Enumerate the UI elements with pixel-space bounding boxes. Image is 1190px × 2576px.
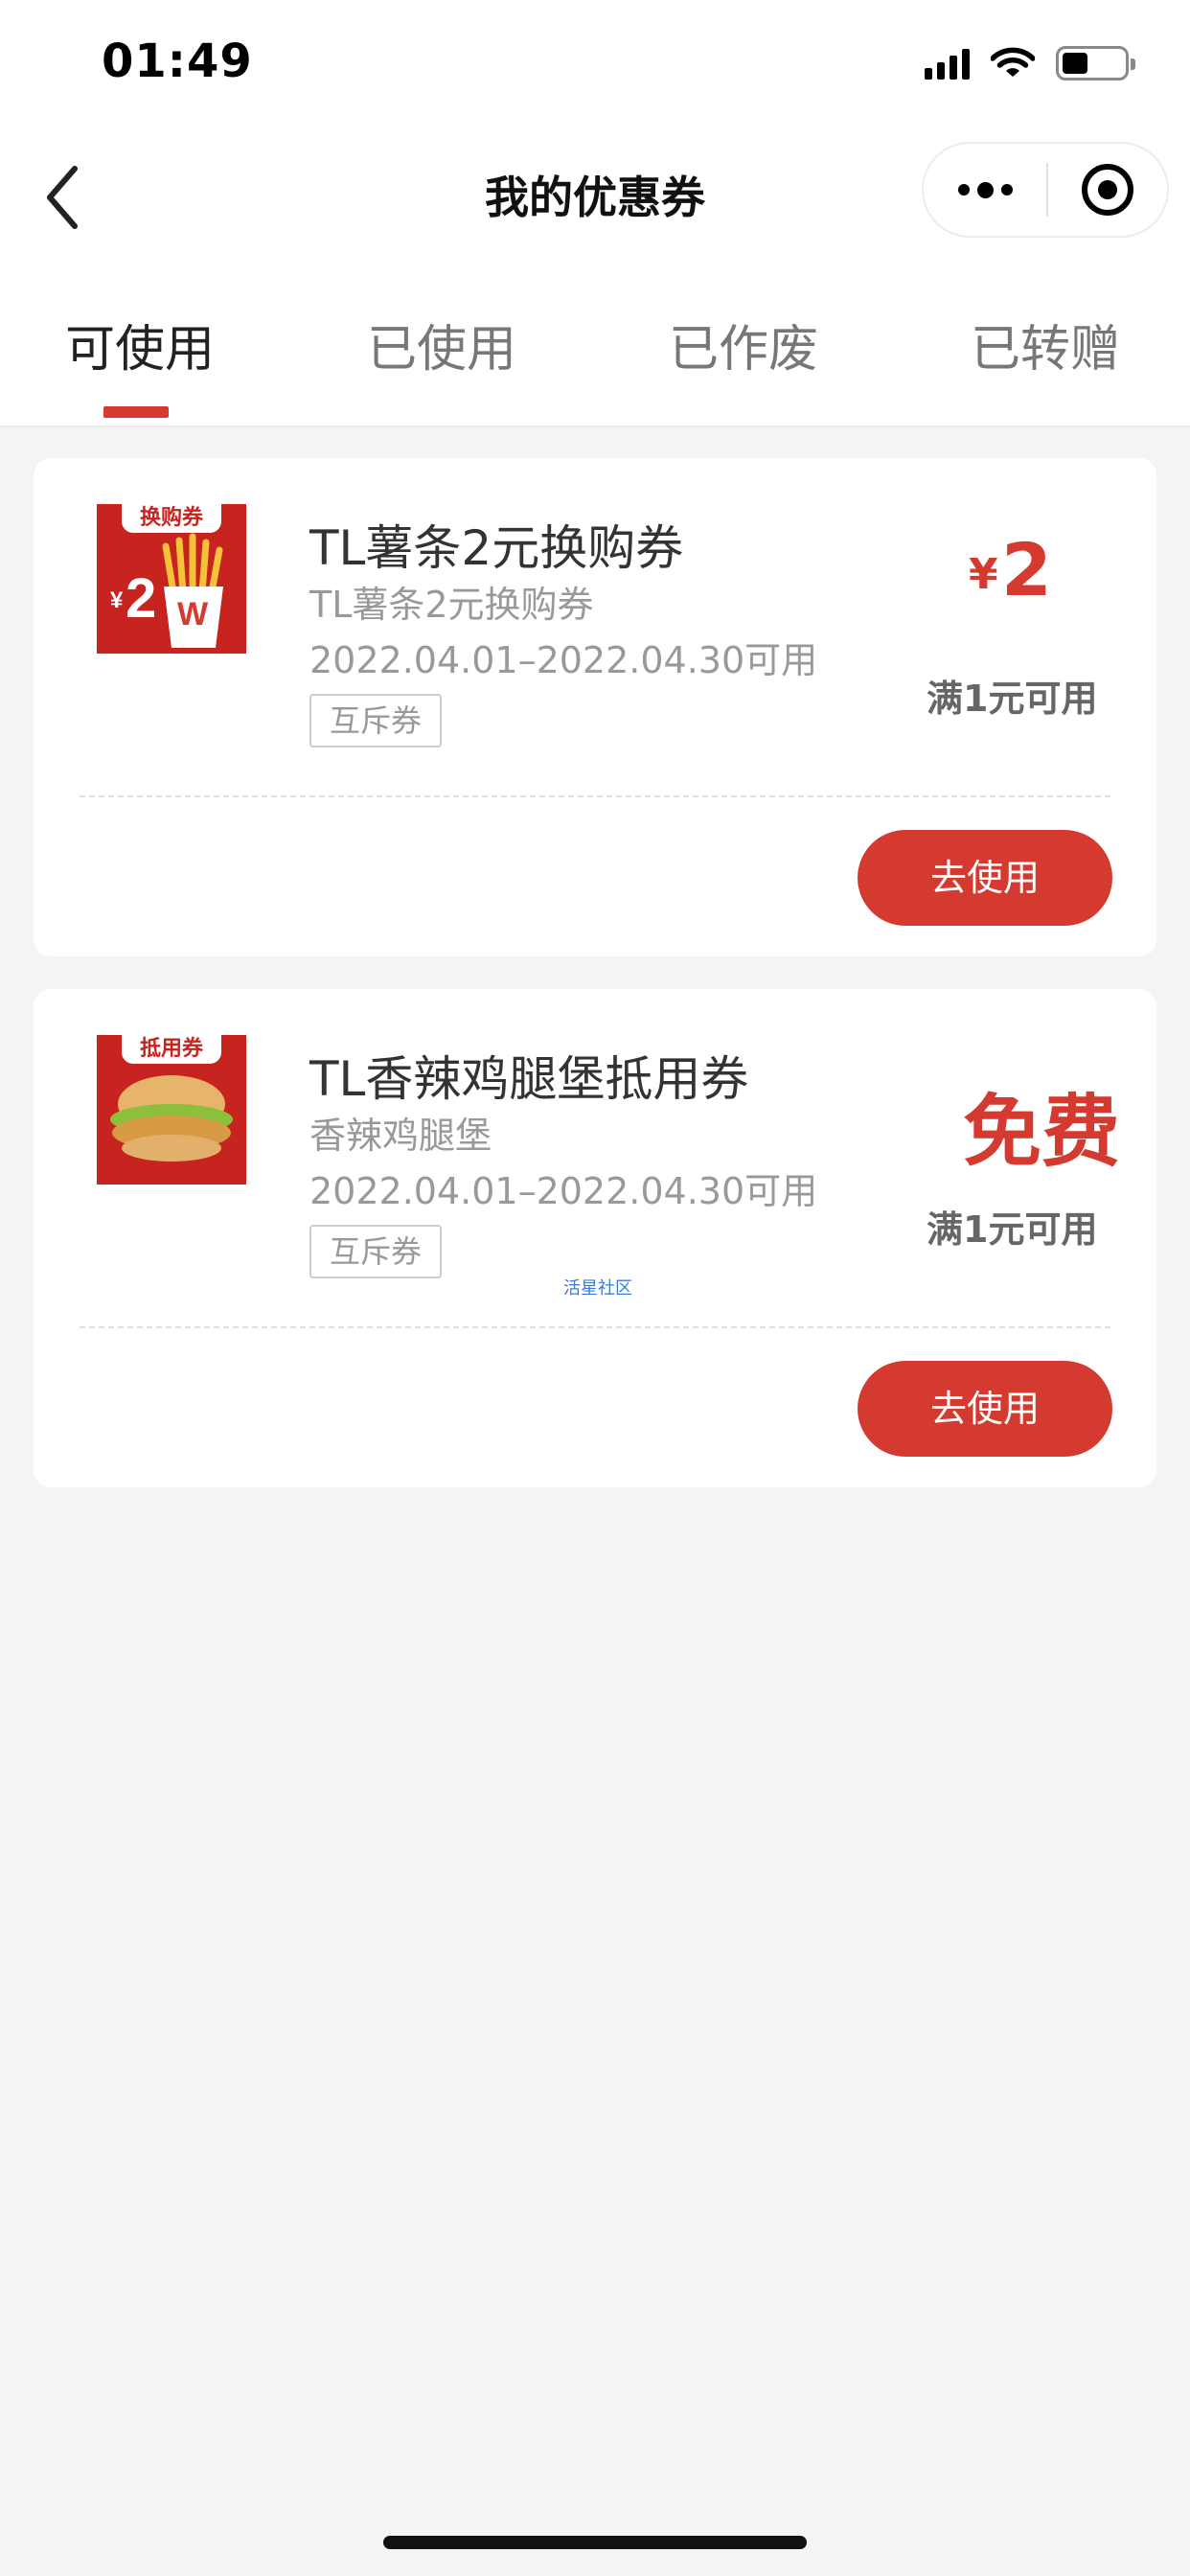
coupon-validity: 2022.04.01–2022.04.30可用: [309, 1170, 818, 1212]
tab-available[interactable]: 可使用: [65, 309, 215, 380]
use-coupon-button[interactable]: 去使用: [858, 1361, 1112, 1457]
coupon-validity: 2022.04.01–2022.04.30可用: [309, 639, 818, 681]
fries-coupon-image: 换购券 ¥ 2 W: [97, 504, 246, 654]
more-options-icon[interactable]: [924, 144, 1046, 236]
svg-text:W: W: [177, 596, 209, 632]
tab-voided[interactable]: 已作废: [669, 309, 818, 380]
wifi-icon: [991, 47, 1035, 77]
card-divider: [80, 1326, 1110, 1328]
usage-condition: 满1元可用: [927, 1208, 1098, 1251]
coupon-status-tabs: 可使用 已使用 已作废 已转赠: [0, 259, 1190, 427]
coupon-subtitle: TL薯条2元换购券: [309, 584, 594, 626]
status-icons: [925, 46, 1135, 80]
tab-used[interactable]: 已使用: [367, 309, 516, 380]
coupon-title: TL薯条2元换购券: [309, 520, 684, 576]
tab-transferred[interactable]: 已转赠: [971, 309, 1120, 380]
status-bar: 01:49: [0, 0, 1190, 125]
active-tab-indicator: [103, 406, 169, 418]
navigation-bar: 我的优惠券: [0, 125, 1190, 259]
price-symbol: ¥: [969, 550, 998, 599]
burger-icon: [110, 1075, 233, 1162]
close-miniprogram-icon[interactable]: [1048, 144, 1167, 236]
burger-coupon-image: 抵用券: [97, 1035, 246, 1184]
coupon-price: 2: [1001, 527, 1052, 612]
use-coupon-button[interactable]: 去使用: [858, 830, 1112, 926]
watermark-text: 活星社区: [563, 1278, 632, 1299]
coupon-price: 免费: [963, 1087, 1121, 1178]
exclusive-badge: 互斥券: [309, 694, 442, 748]
mini-program-capsule: [922, 142, 1169, 238]
battery-icon: [1056, 46, 1135, 80]
usage-condition: 满1元可用: [927, 678, 1098, 720]
status-time: 01:49: [102, 34, 253, 88]
coupon-card: 抵用券 TL香辣鸡腿堡抵用券 香辣鸡腿堡 2022.04.01–2022.04.…: [34, 989, 1156, 1487]
coupon-title: TL香辣鸡腿堡抵用券: [309, 1051, 749, 1107]
fries-icon: ¥ 2 W: [110, 533, 223, 648]
svg-text:¥: ¥: [110, 587, 124, 613]
signal-icon: [925, 47, 970, 80]
home-indicator[interactable]: [383, 2536, 807, 2549]
coupon-subtitle: 香辣鸡腿堡: [309, 1115, 492, 1157]
coupon-card: 换购券 ¥ 2 W TL薯条2元换购券 TL薯条2元换购券 2022.04.01…: [34, 458, 1156, 956]
svg-text:2: 2: [126, 567, 156, 630]
exclusive-badge: 互斥券: [309, 1225, 442, 1278]
card-divider: [80, 795, 1110, 797]
